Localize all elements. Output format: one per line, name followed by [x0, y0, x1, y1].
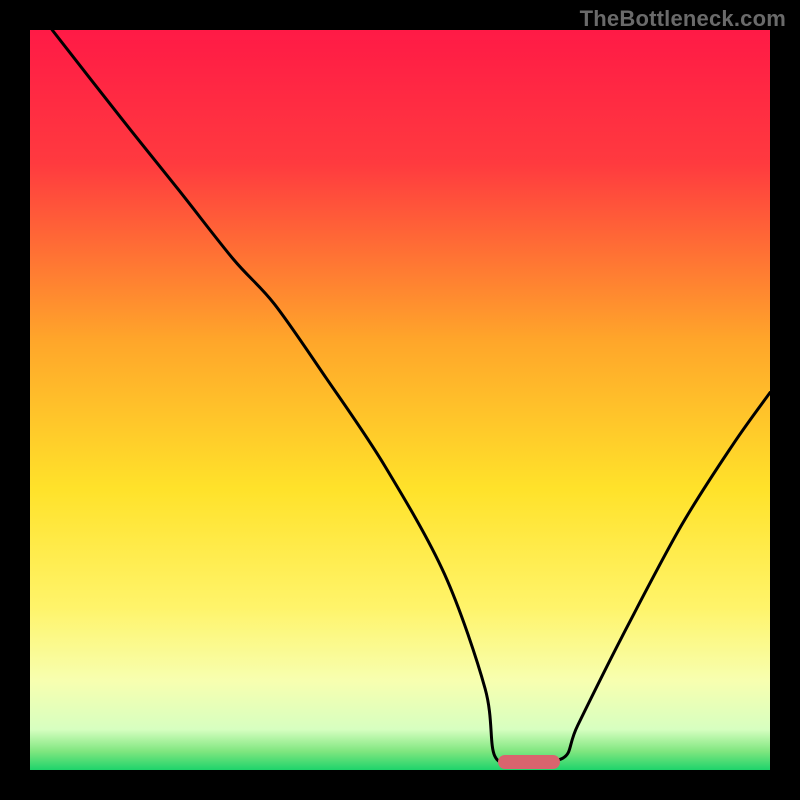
watermark-text: TheBottleneck.com — [580, 6, 786, 32]
chart-frame: TheBottleneck.com — [0, 0, 800, 800]
bottleneck-curve — [52, 30, 770, 762]
plot-area — [30, 30, 770, 770]
curve-layer — [30, 30, 770, 770]
optimal-range-marker — [498, 755, 560, 769]
